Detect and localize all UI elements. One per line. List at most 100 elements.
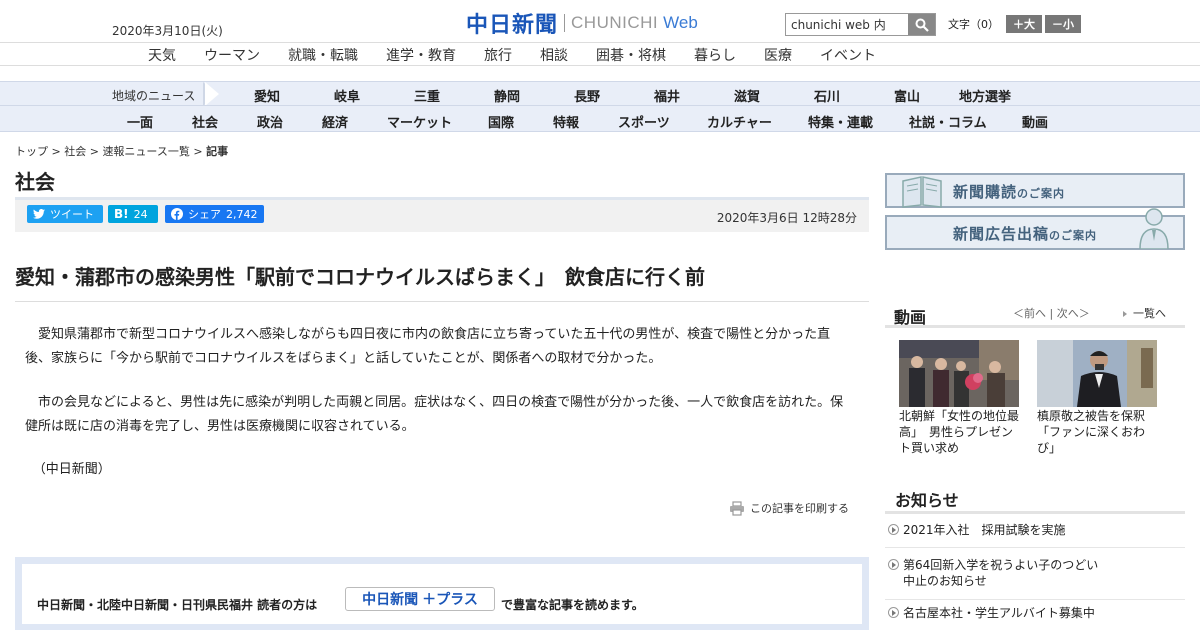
facebook-share-button[interactable]: シェア 2,742	[165, 205, 264, 223]
region-item-ishikawa[interactable]: 石川	[814, 86, 840, 105]
article-paragraph: 市の会見などによると、男性は先に感染が判明した両親と同居。症状はなく、四日の検査…	[25, 395, 844, 434]
breadcrumb-separator: >	[48, 145, 65, 158]
share-bar: ツイート B! 24 シェア 2,742 2020年3月6日 12時28分	[15, 200, 869, 232]
region-nav-divider-inner	[205, 82, 219, 106]
search-button[interactable]	[908, 14, 935, 35]
hatena-bookmark-button[interactable]: B! 24	[108, 205, 158, 223]
plus-banner-text-before: 中日新聞・北陸中日新聞・日刊県民福井 読者の方は	[37, 598, 318, 612]
video-thumbnail[interactable]	[899, 340, 1019, 407]
category-item-society[interactable]: 社会	[192, 112, 218, 131]
video-thumbnail[interactable]	[1037, 340, 1157, 407]
twitter-bird-icon	[33, 209, 45, 219]
site-logo[interactable]: 中日新聞 CHUNICHI Web	[466, 9, 698, 38]
category-item-editorial[interactable]: 社説・コラム	[909, 112, 987, 131]
circle-arrow-icon	[888, 524, 899, 535]
chunichi-plus-banner-inner: 中日新聞・北陸中日新聞・日刊県民福井 読者の方は 中日新聞 ＋プラス で豊富な記…	[22, 564, 862, 624]
video-pager: ＜前へ | 次へ＞	[1013, 307, 1090, 320]
region-item-toyama[interactable]: 富山	[894, 86, 920, 105]
region-item-shiga[interactable]: 滋賀	[734, 86, 760, 105]
ad-placement-banner[interactable]: 新聞広告出稿のご案内	[885, 208, 1185, 250]
breadcrumb-separator: >	[86, 145, 103, 158]
current-date: 2020年3月10日(火)	[112, 24, 223, 38]
region-item-local-election[interactable]: 地方選挙	[959, 86, 1011, 105]
print-article-link[interactable]: この記事を印刷する	[729, 500, 849, 516]
subscription-banner-sub: のご案内	[1017, 187, 1066, 200]
category-item-features[interactable]: 特集・連載	[808, 112, 873, 131]
logo-divider	[564, 14, 566, 32]
tweet-button[interactable]: ツイート	[27, 205, 103, 223]
region-nav-label: 地域のニュース	[112, 89, 196, 103]
hatena-count: 24	[133, 207, 148, 221]
category-item-culture[interactable]: カルチャー	[707, 112, 772, 131]
facebook-icon	[171, 208, 183, 220]
category-nav: 一面 社会 政治 経済 マーケット 国際 特報 スポーツ カルチャー 特集・連載…	[0, 105, 1200, 132]
nav-item-event[interactable]: イベント	[820, 45, 876, 65]
subscription-banner[interactable]: 新聞購読のご案内	[885, 173, 1185, 208]
print-article-label: この記事を印刷する	[750, 502, 849, 515]
nav-item-woman[interactable]: ウーマン	[204, 45, 260, 65]
article-paragraph: 愛知県蒲郡市で新型コロナウイルスへ感染しながらも四日夜に市内の飲食店に立ち寄って…	[25, 327, 831, 366]
category-item-market[interactable]: マーケット	[387, 112, 452, 131]
region-item-gifu[interactable]: 岐阜	[334, 86, 360, 105]
site-search	[785, 13, 936, 36]
video-thumbnail-image	[1037, 340, 1157, 407]
category-item-international[interactable]: 国際	[488, 112, 514, 131]
notice-item[interactable]: 第64回新入学を祝うよい子のつどい 中止のお知らせ	[885, 557, 1185, 600]
video-prev-link[interactable]: ＜前へ	[1013, 307, 1046, 320]
category-item-economy[interactable]: 経済	[322, 112, 348, 131]
breadcrumb-top[interactable]: トップ	[15, 145, 48, 158]
nav-item-go-shogi[interactable]: 囲碁・将棋	[596, 45, 666, 65]
breadcrumb-society[interactable]: 社会	[64, 145, 86, 158]
category-item-special-report[interactable]: 特報	[553, 112, 579, 131]
chunichi-plus-logo-link[interactable]: 中日新聞 ＋プラス	[345, 587, 495, 611]
logo-kanji: 中日新聞	[466, 12, 559, 38]
article-headline: 愛知・蒲郡市の感染男性「駅前でコロナウイルスばらまく」 飲食店に行く前	[15, 265, 705, 289]
video-next-link[interactable]: 次へ＞	[1057, 307, 1090, 320]
notice-item[interactable]: 2021年入社 採用試験を実施	[885, 522, 1185, 548]
notice-section-header: お知らせ	[885, 482, 1185, 514]
font-size-down-button[interactable]: －小	[1045, 15, 1081, 33]
search-input[interactable]	[786, 14, 908, 35]
circle-arrow-icon	[888, 607, 899, 618]
category-item-politics[interactable]: 政治	[257, 112, 283, 131]
breadcrumb-current: 記事	[206, 145, 229, 158]
region-item-shizuoka[interactable]: 静岡	[494, 86, 520, 105]
chunichi-plus-banner: 中日新聞・北陸中日新聞・日刊県民福井 読者の方は 中日新聞 ＋プラス で豊富な記…	[15, 557, 869, 630]
nav-item-education[interactable]: 進学・教育	[386, 45, 456, 65]
category-item-sports[interactable]: スポーツ	[618, 112, 670, 131]
video-section-title: 動画	[894, 308, 927, 327]
notice-item-label: 第64回新入学を祝うよい子のつどい 中止のお知らせ	[903, 558, 1111, 588]
video-thumbnail-image	[899, 340, 1019, 407]
region-item-nagano[interactable]: 長野	[574, 86, 600, 105]
nav-item-consult[interactable]: 相談	[540, 45, 568, 65]
category-item-video[interactable]: 動画	[1022, 112, 1048, 131]
video-caption[interactable]: 北朝鮮「女性の地位最高」 男性らプレゼント買い求め	[899, 408, 1023, 456]
plus-banner-text-after: で豊富な記事を読めます。	[501, 598, 644, 612]
circle-arrow-icon	[888, 559, 899, 570]
facebook-share-label: シェア	[188, 208, 221, 221]
published-date: 2020年3月6日 12時28分	[716, 211, 857, 225]
video-all-link[interactable]: 一覧へ	[1123, 305, 1166, 321]
region-item-mie[interactable]: 三重	[414, 86, 440, 105]
headline-divider	[15, 301, 869, 302]
ad-banner-main: 新聞広告出稿	[953, 225, 1050, 243]
nav-item-living[interactable]: 暮らし	[694, 45, 736, 65]
category-item-front[interactable]: 一面	[127, 112, 153, 131]
nav-item-medical[interactable]: 医療	[764, 45, 792, 65]
notice-item[interactable]: 名古屋本社・学生アルバイト募集中	[885, 605, 1185, 630]
font-size-label: 文字（0）	[948, 18, 999, 31]
section-title: 社会	[15, 170, 55, 194]
logo-web: Web	[663, 13, 698, 32]
nav-item-weather[interactable]: 天気	[148, 45, 176, 65]
video-caption[interactable]: 槙原敬之被告を保釈「ファンに深くおわび」	[1037, 408, 1161, 456]
notice-item-label: 2021年入社 採用試験を実施	[903, 523, 1066, 537]
region-item-aichi[interactable]: 愛知	[254, 86, 280, 105]
breadcrumb-news-list[interactable]: 速報ニュース一覧	[102, 145, 189, 158]
region-item-fukui[interactable]: 福井	[654, 86, 680, 105]
chevron-right-icon	[1123, 311, 1127, 317]
video-section-header: 動画 ＜前へ | 次へ＞ 一覧へ	[885, 298, 1185, 328]
printer-icon	[730, 500, 744, 516]
nav-item-jobs[interactable]: 就職・転職	[288, 45, 358, 65]
font-size-up-button[interactable]: ＋大	[1006, 15, 1042, 33]
nav-item-travel[interactable]: 旅行	[484, 45, 512, 65]
